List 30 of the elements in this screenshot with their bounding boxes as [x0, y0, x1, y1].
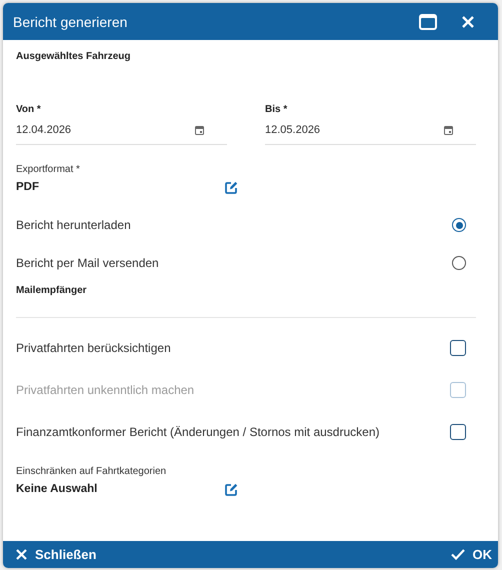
categories-label: Einschränken auf Fahrtkategorien	[16, 466, 168, 477]
edit-icon[interactable]	[225, 180, 238, 194]
checkbox-label: Privatfahrten unkenntlich machen	[16, 383, 194, 397]
categories-value: Keine Auswahl	[16, 483, 98, 495]
radio-label: Bericht per Mail versenden	[16, 256, 159, 270]
mail-recipients-label: Mailempfänger	[16, 285, 88, 298]
edit-icon[interactable]	[225, 482, 238, 496]
calendar-icon[interactable]	[195, 126, 204, 134]
ok-button[interactable]: OK	[450, 547, 492, 562]
vehicle-label: Ausgewähltes Fahrzeug	[16, 51, 132, 64]
radio-button[interactable]	[452, 256, 466, 270]
date-field[interactable]: 12.05.2026	[265, 116, 476, 145]
close-icon	[16, 549, 27, 560]
date-field[interactable]: 12.04.2026	[16, 116, 227, 145]
maximize-icon[interactable]	[419, 14, 437, 30]
checkbox[interactable]	[450, 340, 466, 356]
checkbox-label: Finanzamtkonformer Bericht (Änderungen / Stornos mit ausdrucken)	[16, 425, 380, 439]
close-icon[interactable]	[462, 16, 474, 28]
date-label: Bis *	[265, 104, 288, 115]
close-button[interactable]: Schließen	[16, 547, 96, 562]
radio-button[interactable]	[452, 218, 466, 232]
window-title: Bericht generieren	[13, 14, 128, 30]
check-icon	[450, 549, 464, 560]
radio-label: Bericht herunterladen	[16, 218, 131, 232]
calendar-icon[interactable]	[444, 126, 453, 134]
export-format-value: PDF	[16, 181, 40, 193]
export-format-label: Exportformat *	[16, 164, 81, 175]
checkbox[interactable]	[450, 424, 466, 440]
date-label: Von *	[16, 104, 42, 115]
checkbox-label: Privatfahrten berücksichtigen	[16, 341, 171, 355]
